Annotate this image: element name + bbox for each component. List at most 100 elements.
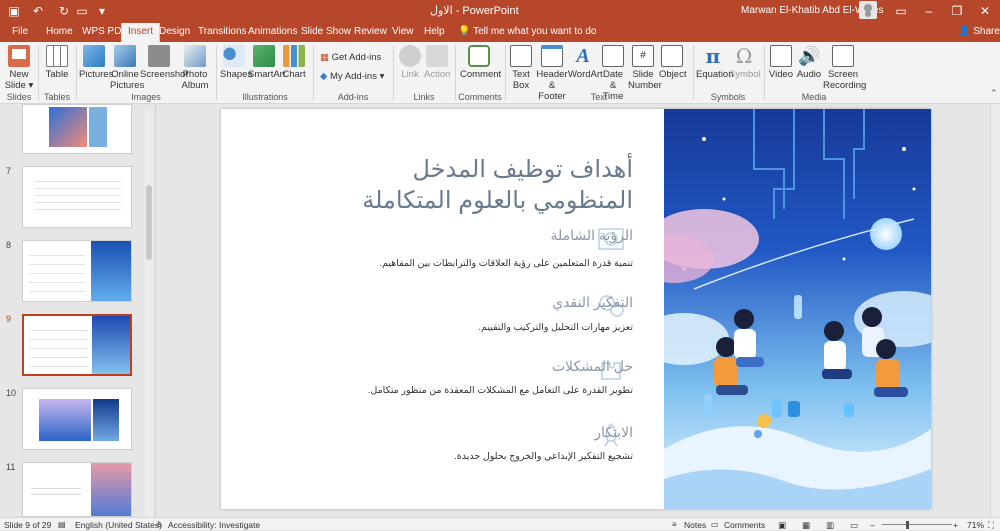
online-pictures-button[interactable]: Online Pictures — [110, 45, 144, 91]
item-text[interactable]: تطوير القدرة على التعامل مع المشكلات الم… — [368, 385, 633, 396]
slide-thumbnail[interactable] — [22, 104, 132, 154]
shapes-button[interactable]: Shapes — [220, 45, 252, 80]
slide-number: 8 — [6, 240, 12, 250]
zoom-out-icon[interactable]: – — [870, 520, 875, 530]
text-box-button[interactable]: Text Box — [509, 45, 533, 91]
tab-review[interactable]: Review — [354, 26, 387, 37]
table-button[interactable]: Table — [42, 45, 72, 80]
comment-label: Comment — [460, 69, 502, 80]
accessibility-icon: ♿ — [156, 520, 164, 529]
item-text[interactable]: تنمية قدرة المتعلمين على رؤية العلاقات و… — [379, 258, 633, 269]
item-heading[interactable]: حل المشكلات — [552, 358, 633, 375]
tab-transitions[interactable]: Transitions — [198, 26, 247, 37]
slide-thumbnail[interactable] — [22, 240, 132, 302]
wordart-label: WordArt — [568, 69, 603, 80]
my-addins-button[interactable]: ◆ My Add-ins ▾ — [320, 71, 384, 82]
save-icon[interactable]: ▣ — [6, 3, 22, 19]
comment-button[interactable]: Comment — [460, 45, 502, 80]
tab-animations[interactable]: Animations — [248, 26, 297, 37]
pictures-icon — [83, 45, 105, 67]
slide-canvas[interactable]: أهداف توظيف المدخل المنظومي بالعلوم المت… — [221, 109, 931, 509]
collapse-ribbon-icon[interactable]: ⌃ — [990, 88, 998, 99]
slide-title[interactable]: أهداف توظيف المدخل المنظومي بالعلوم المت… — [333, 154, 633, 216]
tab-view[interactable]: View — [392, 26, 414, 37]
link-button[interactable]: Link — [398, 45, 422, 80]
slide-number-button[interactable]: # Slide Number — [628, 45, 662, 91]
audio-button[interactable]: 🔊 Audio — [796, 45, 822, 80]
new-slide-button[interactable]: New Slide ▾ — [4, 45, 34, 91]
screen-recording-button[interactable]: Screen Recording — [823, 45, 866, 91]
group-addins: Add-ins — [337, 92, 369, 102]
language-indicator[interactable]: English (United States) — [75, 520, 162, 530]
object-button[interactable]: Object — [659, 45, 686, 80]
start-from-beginning-icon[interactable]: ▭ — [74, 3, 90, 19]
addins-icon: ◆ — [320, 71, 328, 82]
tell-me-search[interactable]: 💡 Tell me what you want to do — [458, 26, 596, 37]
zoom-slider-handle[interactable] — [906, 521, 909, 529]
action-icon — [426, 45, 448, 67]
document-title: الاول - PowerPoint — [430, 5, 519, 17]
symbol-button[interactable]: Ω Symbol — [729, 45, 761, 80]
item-text[interactable]: تشجيع التفكير الإبداعي والخروج بحلول جدي… — [454, 451, 633, 462]
shapes-icon — [223, 45, 245, 67]
group-tables: Tables — [43, 92, 70, 102]
restore-icon[interactable]: ❐ — [943, 2, 971, 20]
tab-design[interactable]: Design — [159, 26, 190, 37]
avatar[interactable] — [859, 1, 877, 19]
thumbnail-image — [49, 107, 87, 147]
normal-view-icon[interactable]: ▣ — [778, 520, 786, 531]
slide-thumbnail[interactable] — [22, 462, 132, 517]
slideshow-view-icon[interactable]: ▭ — [850, 520, 858, 531]
scrollbar-thumb[interactable] — [146, 185, 152, 260]
spelling-icon[interactable]: ▤ — [58, 520, 66, 529]
item-heading[interactable]: الرؤية الشاملة — [551, 227, 633, 244]
chart-button[interactable]: Chart — [282, 45, 306, 80]
redo-icon[interactable]: ↻ — [56, 3, 72, 19]
close-icon[interactable]: ✕ — [971, 2, 999, 20]
tab-slide-show[interactable]: Slide Show — [301, 26, 351, 37]
screenshot-button[interactable]: Screenshot — [140, 45, 188, 80]
tab-insert[interactable]: Insert — [121, 23, 161, 42]
smartart-button[interactable]: SmartArt — [248, 45, 285, 80]
get-addins-button[interactable]: ▦ Get Add-ins — [320, 52, 381, 63]
reading-view-icon[interactable]: ▥ — [826, 520, 834, 531]
share-button[interactable]: 👤 Share — [958, 26, 1000, 37]
accessibility-status[interactable]: Accessibility: Investigate — [168, 520, 260, 530]
slide-thumbnail-selected[interactable] — [22, 314, 132, 376]
slide-illustration[interactable] — [664, 109, 931, 509]
tab-help[interactable]: Help — [424, 26, 445, 37]
notes-button[interactable]: Notes — [684, 520, 706, 530]
item-heading[interactable]: الابتكار — [594, 424, 633, 441]
slide-thumbnail[interactable] — [22, 388, 132, 450]
slide-sorter-icon[interactable]: ▦ — [802, 520, 810, 531]
action-button[interactable]: Action — [424, 45, 450, 80]
chart-icon — [283, 45, 305, 67]
photo-album-button[interactable]: Photo Album — [178, 45, 212, 91]
customize-toolbar-icon[interactable]: ▾ — [94, 3, 110, 19]
group-comments: Comments — [458, 92, 502, 102]
zoom-slider[interactable] — [882, 524, 952, 525]
editor-scrollbar[interactable] — [990, 104, 1000, 517]
smartart-icon — [253, 45, 275, 67]
wordart-button[interactable]: A WordArt — [568, 45, 603, 80]
item-heading[interactable]: التفكير النقدي — [552, 294, 633, 311]
slide-number-label: Slide Number — [628, 69, 662, 91]
slide-editor: أهداف توظيف المدخل المنظومي بالعلوم المت… — [157, 104, 990, 517]
video-button[interactable]: Video — [768, 45, 794, 80]
ribbon-display-options-icon[interactable]: ▭ — [887, 2, 915, 20]
equation-button[interactable]: π Equation — [696, 45, 734, 80]
minimize-icon[interactable]: – — [915, 2, 943, 20]
thumbnail-scrollbar[interactable] — [145, 110, 153, 517]
tab-file[interactable]: File — [12, 26, 28, 37]
fit-to-window-icon[interactable]: ⛶ — [988, 520, 994, 531]
undo-icon[interactable]: ↶ — [30, 3, 46, 19]
link-icon — [399, 45, 421, 67]
photo-album-label: Photo Album — [181, 69, 209, 91]
item-text[interactable]: تعزيز مهارات التحليل والتركيب والتقييم. — [478, 322, 633, 333]
pictures-button[interactable]: Pictures — [79, 45, 113, 80]
zoom-level[interactable]: 71% — [967, 520, 984, 530]
zoom-in-icon[interactable]: + — [953, 520, 958, 530]
slide-thumbnail[interactable] — [22, 166, 132, 228]
comments-button[interactable]: Comments — [724, 520, 765, 530]
tab-home[interactable]: Home — [46, 26, 73, 37]
